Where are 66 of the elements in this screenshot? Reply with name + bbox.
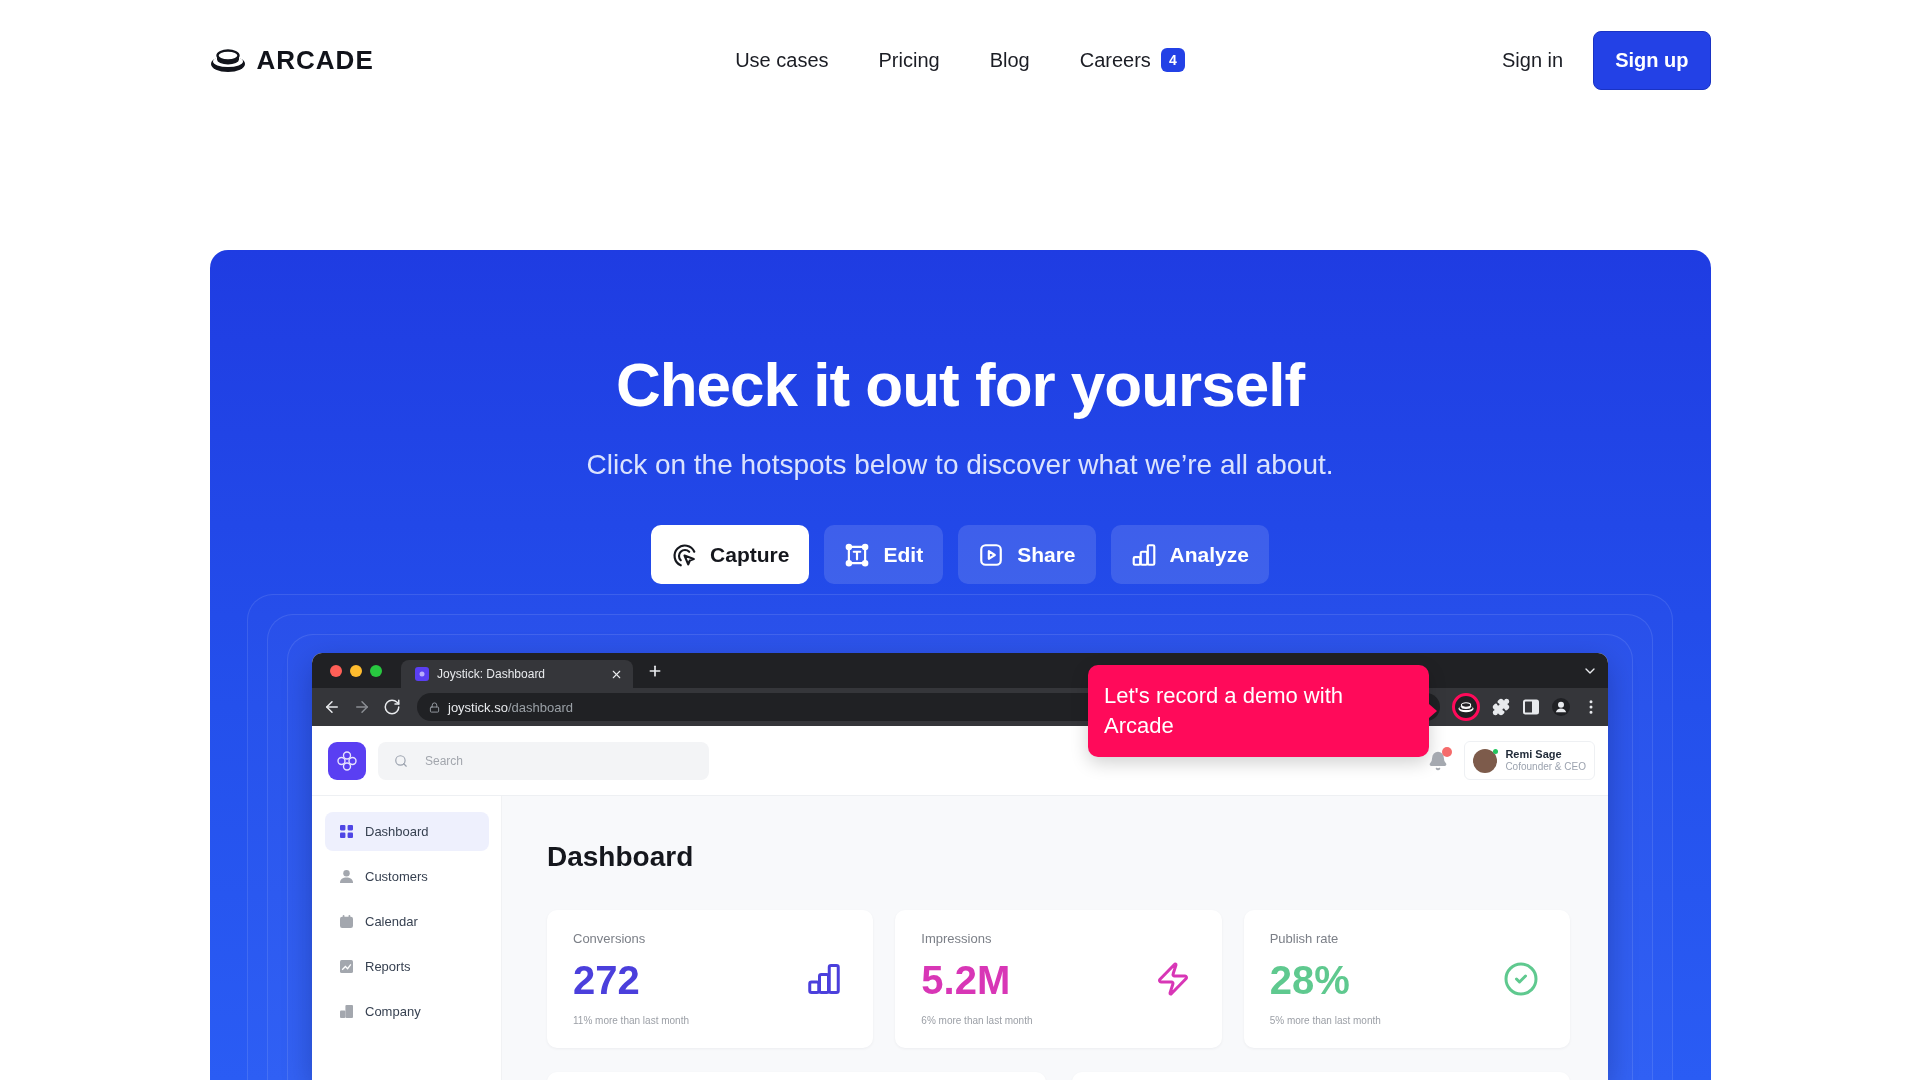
stat-value: 28% — [1269, 958, 1351, 1002]
logo-icon — [209, 47, 246, 73]
person-icon — [340, 870, 353, 883]
lock-icon — [429, 701, 440, 713]
sidebar-item[interactable]: Calendar — [325, 902, 489, 941]
sign-in-link[interactable]: Sign in — [1502, 48, 1564, 72]
tab-title: Joystick: Dashboard — [437, 667, 547, 681]
stat-note: 5% more than last month — [1269, 1014, 1381, 1027]
nav-link[interactable]: Careers 4 — [1079, 48, 1185, 72]
stat-note: 11% more than last month — [573, 1014, 689, 1027]
sidebar-item[interactable]: Company — [325, 992, 489, 1031]
feature-tab[interactable]: Analyze — [1110, 525, 1269, 584]
tooltip: Let's record a demo with Arcade — [1088, 665, 1429, 757]
avatar-placeholder — [1473, 748, 1498, 773]
forward-arrow-icon[interactable] — [353, 698, 371, 716]
bar-chart-icon — [806, 961, 843, 997]
search-icon — [394, 753, 408, 768]
profile-icon[interactable] — [1552, 698, 1570, 716]
sidebar-item[interactable]: Dashboard — [325, 812, 489, 851]
play-square-icon — [978, 541, 1005, 568]
side-panel-icon[interactable] — [1522, 698, 1540, 716]
app-logo-icon — [328, 741, 366, 780]
logo-text: ARCADE — [256, 44, 374, 76]
reload-icon[interactable] — [383, 698, 401, 716]
hero-subtitle: Click on the hotspots below to discover what we’re all about. — [586, 448, 1334, 482]
feature-tab[interactable]: Share — [958, 525, 1096, 584]
url-text: joystick.so/dashboard — [448, 699, 574, 715]
line-chart-icon — [340, 960, 353, 973]
stat-value: 272 — [573, 958, 641, 1002]
count-badge: 4 — [1160, 48, 1185, 72]
search-field[interactable]: Search — [378, 741, 709, 780]
sidebar-item[interactable]: Customers — [325, 857, 489, 896]
cursor-click-icon — [671, 541, 698, 568]
nav-link[interactable]: Use cases — [735, 48, 829, 72]
app-logo-icon — [415, 667, 429, 681]
page-heading: Dashboard — [547, 840, 695, 874]
user-name: Remi Sage — [1505, 748, 1563, 761]
browser-tab[interactable]: Joystick: Dashboard — [401, 660, 633, 688]
window-control-icon[interactable] — [330, 664, 342, 677]
stat-label: Impressions — [921, 931, 993, 947]
hero-title: Check it out for yourself — [615, 349, 1305, 421]
check-circle-icon — [1503, 961, 1539, 997]
calendar-icon — [340, 915, 353, 928]
extension-button[interactable] — [1452, 693, 1480, 721]
puzzle-icon[interactable] — [1492, 698, 1510, 716]
user-menu[interactable]: Remi Sage Cofounder & CEO — [1464, 741, 1595, 780]
sign-up-button[interactable]: Sign up — [1593, 30, 1711, 90]
sidebar-item[interactable]: Reports — [325, 947, 489, 986]
bar-chart-icon — [1130, 541, 1157, 568]
tooltip-pointer-icon — [1429, 704, 1437, 718]
extension-icon — [1458, 701, 1474, 713]
bell-icon[interactable] — [1428, 750, 1449, 771]
nav-link[interactable]: Pricing — [878, 48, 940, 72]
stat-note: 6% more than last month — [921, 1014, 1033, 1027]
feature-tab[interactable]: Edit — [824, 525, 944, 584]
user-role: Cofounder & CEO — [1505, 761, 1586, 773]
nav-link[interactable]: Blog — [989, 48, 1030, 72]
stat-label: Conversions — [573, 931, 647, 947]
text-frame-icon — [844, 541, 871, 568]
grid-icon — [340, 825, 353, 838]
stat-label: Publish rate — [1269, 931, 1340, 947]
window-control-icon[interactable] — [370, 664, 382, 677]
building-icon — [340, 1005, 353, 1018]
window-control-icon[interactable] — [350, 664, 362, 677]
feature-tab[interactable]: Capture — [651, 525, 810, 584]
stat-value: 5.2M — [921, 958, 1012, 1002]
